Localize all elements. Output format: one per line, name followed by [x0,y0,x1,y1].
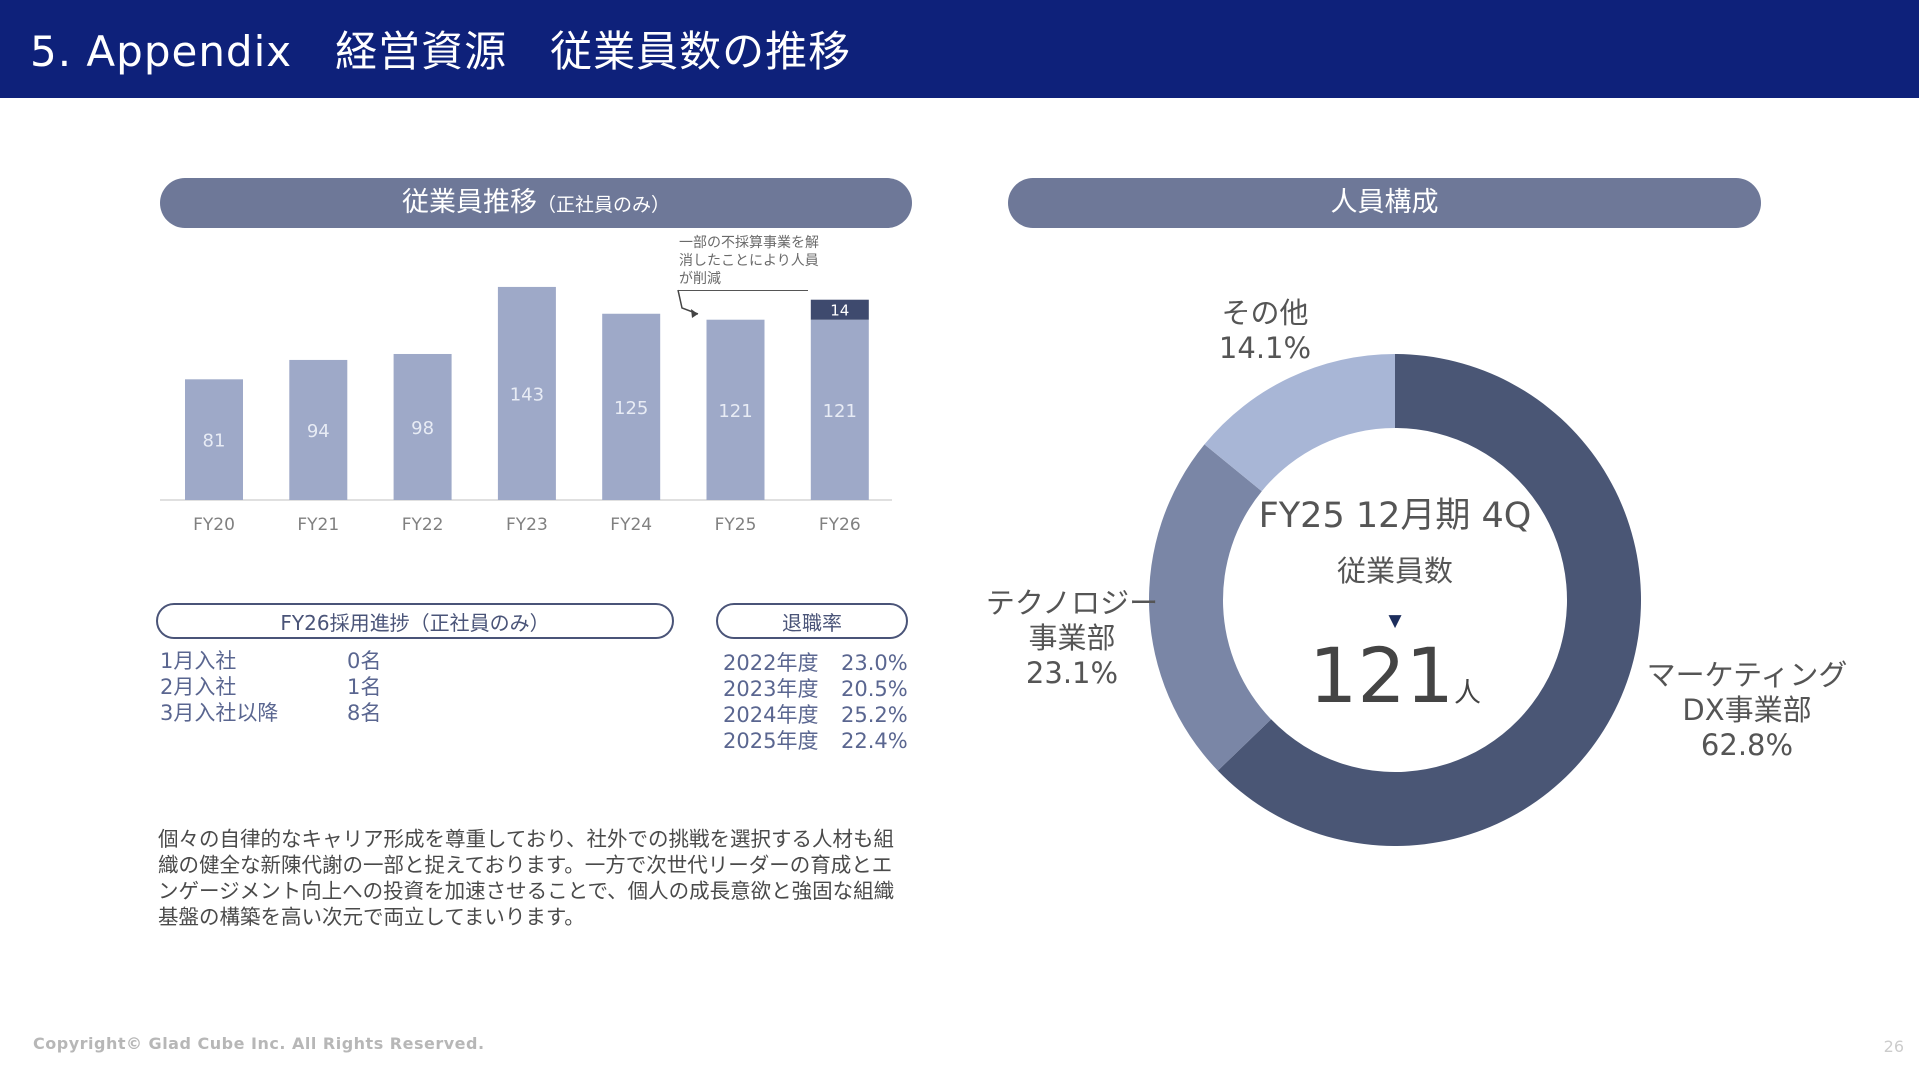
pie-label-marketing-pct: 62.8% [1700,728,1794,762]
retirement-rate: 20.5% [841,677,908,701]
hiring-month: 2月入社 [160,675,237,699]
pie-section-title: 人員構成 [1008,178,1761,228]
bar-increase-label: 14 [830,302,849,320]
x-tick-label: FY25 [715,515,757,535]
x-tick-label: FY21 [297,515,339,535]
hiring-progress-title: FY26採用進捗（正社員のみ） [156,603,674,639]
table-row: 2025年度 22.4% [723,728,908,754]
retirement-rate-table: 2022年度 23.0% 2023年度 20.5% 2024年度 25.2% 2… [723,650,908,754]
pie-label-marketing-name: マーケティング [1646,658,1848,692]
hiring-count: 1名 [347,675,382,699]
bar-section-title: 従業員推移（正社員のみ） [160,178,912,228]
pie-section-title-text: 人員構成 [1330,187,1439,218]
hiring-month: 1月入社 [160,649,237,673]
hiring-count: 0名 [347,649,382,673]
retirement-year: 2024年度 [723,703,819,727]
hiring-month: 3月入社以降 [160,701,279,725]
x-tick-label: FY22 [402,515,444,535]
table-row: 1月入社 0名 [160,648,381,674]
body-paragraph: 個々の自律的なキャリア形成を尊重しており、社外での挑戦を選択する人材も組織の健全… [158,827,895,929]
table-row: 2022年度 23.0% [723,650,908,676]
bar-value-label: 125 [614,398,648,419]
bar-section-title-text: 従業員推移 [401,187,537,218]
x-tick-label: FY20 [193,515,235,535]
page-number: 26 [1883,1037,1904,1056]
donut-center-value: 121 [1308,631,1455,720]
donut-center: FY25 12月期 4Q 従業員数 ▼ 121人 [1240,490,1550,737]
pie-label-marketing-dept: DX事業部 [1682,693,1812,727]
retirement-rate: 22.4% [841,729,908,753]
x-tick-label: FY24 [610,515,652,535]
donut-center-period: FY25 12月期 4Q [1258,496,1532,536]
retirement-year: 2025年度 [723,729,819,753]
employee-bar-chart: 81 FY20 94 FY21 98 FY22 143 FY23 125 FY24 121 FY25 1… [160,286,892,535]
x-tick-label: FY23 [506,515,548,535]
annotation-arrow-icon [677,289,699,318]
retirement-year: 2023年度 [723,677,819,701]
pie-label-tech-pct: 23.1% [1025,656,1119,690]
donut-center-unit: 人 [1454,678,1482,709]
pie-label-tech: テクノロジー 事業部 23.1% [962,586,1182,691]
table-row: 2023年度 20.5% [723,676,908,702]
copyright-notice: Copyright© Glad Cube Inc. All Rights Res… [33,1034,485,1053]
hiring-count: 8名 [347,701,382,725]
x-tick-label: FY26 [819,515,861,535]
donut-center-count: 121人 [1240,636,1550,737]
donut-center-label: 従業員数 [1336,554,1453,588]
hiring-progress-table: 1月入社 0名 2月入社 1名 3月入社以降 8名 [160,648,381,726]
pie-label-marketing: マーケティング DX事業部 62.8% [1632,658,1862,763]
pie-label-tech-dept: 事業部 [1028,621,1116,655]
retirement-rate: 23.0% [841,651,908,675]
table-row: 3月入社以降 8名 [160,700,381,726]
pie-label-tech-name: テクノロジー [985,586,1159,620]
header-bar: 5. Appendix 経営資源 従業員数の推移 [0,0,1919,98]
pie-label-other-name: その他 [1221,296,1309,330]
table-row: 2月入社 1名 [160,674,381,700]
bar-value-label: 121 [718,401,752,422]
table-row: 2024年度 25.2% [723,702,908,728]
bar-value-label: 94 [307,421,330,442]
bar-value-label: 143 [510,384,544,405]
retirement-rate: 25.2% [841,703,908,727]
bar-value-label: 81 [203,431,226,452]
bar-value-label: 121 [823,401,857,422]
retirement-rate-title: 退職率 [716,603,908,639]
bar-annotation: 一部の不採算事業を解消したことにより人員が削減 [679,235,819,287]
bar-section-title-note: （正社員のみ） [536,194,670,216]
retirement-year: 2022年度 [723,651,819,675]
pie-label-other-pct: 14.1% [1218,331,1312,365]
bar-value-label: 98 [411,418,434,439]
page-title: 5. Appendix 経営資源 従業員数の推移 [30,27,852,76]
pie-label-other: その他 14.1% [1195,296,1335,366]
